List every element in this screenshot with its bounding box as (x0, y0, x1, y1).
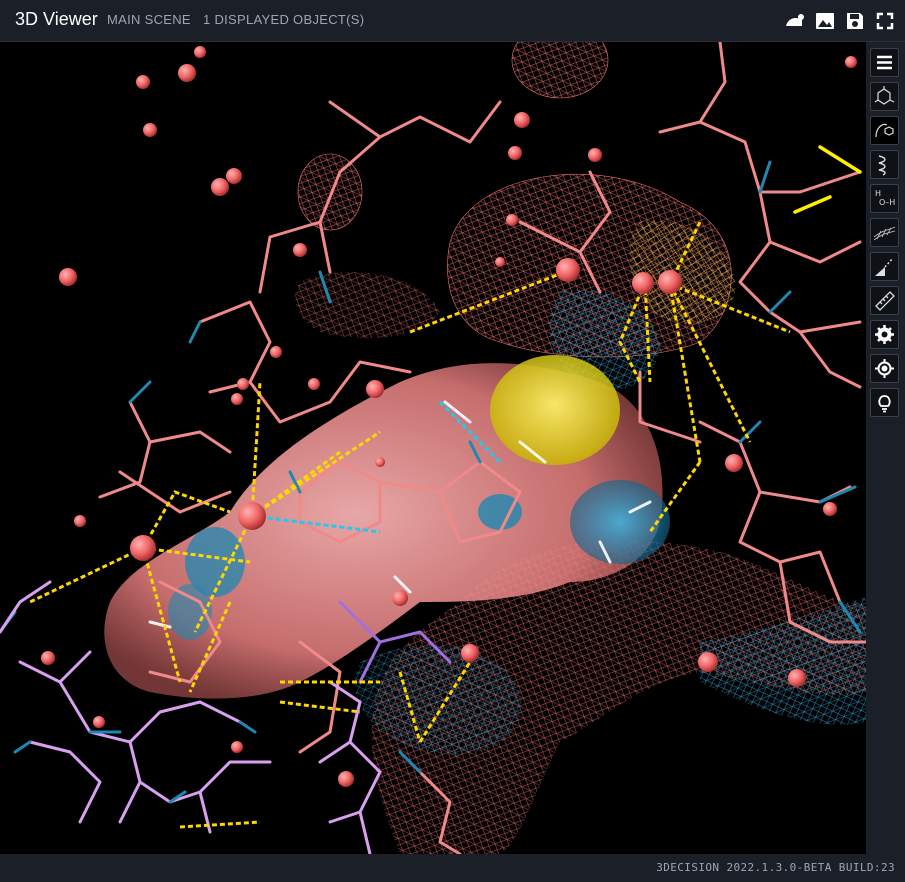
surface-mesh-icon[interactable] (870, 218, 899, 247)
interactions-icon[interactable] (870, 252, 899, 281)
water-sphere (845, 56, 857, 68)
water-sphere (211, 178, 229, 196)
small-molecule-icon[interactable] (870, 82, 899, 111)
svg-text:O–H: O–H (879, 198, 895, 207)
water-sphere (130, 535, 156, 561)
fullscreen-icon[interactable] (874, 10, 896, 32)
scene-name[interactable]: MAIN SCENE (107, 12, 191, 27)
build-version: 3DECISION 2022.1.3.0-BETA BUILD:23 (656, 861, 895, 874)
molecule-viewport[interactable] (0, 42, 866, 854)
water-sphere (194, 46, 206, 58)
water-sphere (238, 502, 266, 530)
molecular-scene[interactable] (0, 42, 866, 854)
water-sphere (632, 272, 654, 294)
water-sphere (270, 346, 282, 358)
water-sphere (136, 75, 150, 89)
displayed-objects-count[interactable]: 1 DISPLAYED OBJECT(S) (203, 12, 364, 27)
measure-icon[interactable] (870, 286, 899, 315)
water-sphere (237, 378, 249, 390)
water-sphere (506, 214, 518, 226)
water-sphere (658, 270, 682, 294)
water-sphere (556, 258, 580, 282)
water-sphere (308, 378, 320, 390)
water-sphere (495, 257, 505, 267)
svg-text:H: H (875, 189, 881, 198)
water-sphere (74, 515, 86, 527)
water-sphere (41, 651, 55, 665)
water-sphere (823, 502, 837, 516)
water-sphere (93, 716, 105, 728)
top-bar: 3D Viewer MAIN SCENE 1 DISPLAYED OBJECT(… (0, 0, 905, 42)
lightbulb-icon[interactable] (870, 388, 899, 417)
save-icon[interactable] (844, 10, 866, 32)
water-sphere (231, 741, 243, 753)
settings-icon[interactable] (870, 320, 899, 349)
water-sphere (461, 644, 479, 662)
water-sphere (588, 148, 602, 162)
water-sphere (788, 669, 806, 687)
water-sphere (725, 454, 743, 472)
water-sphere (178, 64, 196, 82)
water-sphere (226, 168, 242, 184)
ligand-icon[interactable] (870, 116, 899, 145)
water-sphere (338, 771, 354, 787)
target-icon[interactable] (870, 354, 899, 383)
water-sphere (514, 112, 530, 128)
water-sphere (508, 146, 522, 160)
water-sphere (375, 457, 385, 467)
water-sphere (366, 380, 384, 398)
water-sphere (231, 393, 243, 405)
ribbon-icon[interactable] (870, 150, 899, 179)
menu-icon[interactable] (870, 48, 899, 77)
water-icon[interactable]: H O–H (870, 184, 899, 213)
status-bar: 3DECISION 2022.1.3.0-BETA BUILD:23 (0, 854, 905, 882)
image-icon[interactable] (814, 10, 836, 32)
water-sphere (59, 268, 77, 286)
viewer-title: 3D Viewer (15, 9, 98, 29)
water-sphere (392, 590, 408, 606)
water-sphere (293, 243, 307, 257)
surface-icon[interactable] (784, 10, 806, 32)
right-toolbar: H O–H (866, 42, 905, 854)
water-sphere (698, 652, 718, 672)
water-sphere (143, 123, 157, 137)
